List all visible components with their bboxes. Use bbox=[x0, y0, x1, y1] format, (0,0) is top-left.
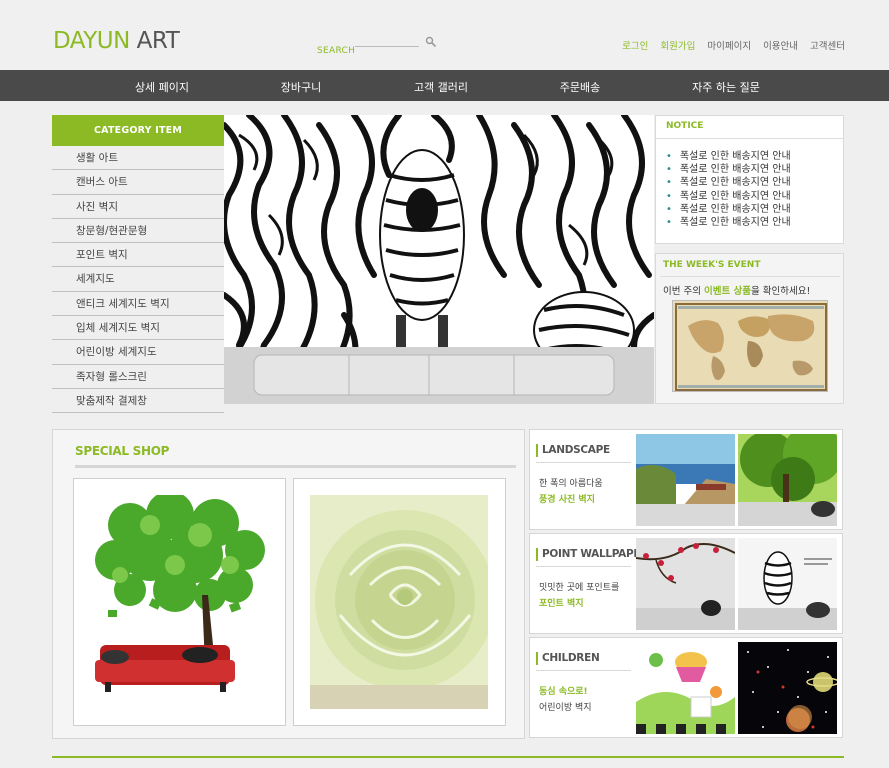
event-desc-post: 을 확인하세요! bbox=[751, 286, 811, 297]
nav-item-faq[interactable]: 자주 하는 질문 bbox=[666, 79, 786, 95]
search-input[interactable] bbox=[355, 46, 419, 47]
search-box[interactable]: SEARCH bbox=[317, 36, 442, 56]
footer-divider bbox=[52, 756, 844, 758]
notice-item[interactable]: 폭설로 인한 배송지연 안내 bbox=[666, 190, 791, 203]
category-item[interactable]: 세계지도 bbox=[52, 267, 224, 292]
event-description: 이번 주의 이벤트 상품을 확인하세요! bbox=[663, 283, 810, 297]
notice-item[interactable]: 폭설로 인한 배송지연 안내 bbox=[666, 203, 791, 216]
row-line1: 한 폭의 아름다움 bbox=[539, 479, 603, 489]
event-desc-pre: 이번 주의 bbox=[663, 286, 704, 297]
point-wallpaper-image-2[interactable] bbox=[738, 538, 837, 630]
special-shop: SPECIAL SHOP bbox=[52, 429, 525, 739]
row-title: LANDSCAPE bbox=[536, 444, 610, 457]
search-icon[interactable] bbox=[425, 36, 437, 48]
special-shop-title: SPECIAL SHOP bbox=[75, 444, 170, 458]
nav-item-delivery[interactable]: 주문배송 bbox=[520, 79, 640, 95]
category-item[interactable]: 포인트 벽지 bbox=[52, 243, 224, 268]
logo-brand: DAYUN bbox=[53, 28, 130, 54]
divider bbox=[660, 276, 840, 277]
children-image-2[interactable] bbox=[738, 642, 837, 734]
category-item[interactable]: 입체 세계지도 벽지 bbox=[52, 316, 224, 341]
search-label: SEARCH bbox=[317, 46, 356, 56]
divider bbox=[536, 670, 631, 671]
category-row-children[interactable]: CHILDREN 동심 속으로! 어린이방 벽지 bbox=[529, 637, 843, 738]
nav-item-cart[interactable]: 장바구니 bbox=[241, 79, 361, 95]
main-nav: 상세 페이지 장바구니 고객 갤러리 주문배송 자주 하는 질문 bbox=[0, 70, 889, 101]
row-line2[interactable]: 어린이방 벽지 bbox=[539, 700, 592, 713]
category-item[interactable]: 어린이방 세계지도 bbox=[52, 340, 224, 365]
point-wallpaper-image-1[interactable] bbox=[636, 538, 735, 630]
event-title: THE WEEK'S EVENT bbox=[663, 260, 761, 270]
notice-item[interactable]: 폭설로 인한 배송지연 안내 bbox=[666, 216, 791, 229]
category-item[interactable]: 맞춤제작 결제창 bbox=[52, 389, 224, 414]
logo-art: ART bbox=[136, 28, 180, 54]
notice-item[interactable]: 폭설로 인한 배송지연 안내 bbox=[666, 163, 791, 176]
row-line2[interactable]: 포인트 벽지 bbox=[539, 596, 584, 609]
hero-banner[interactable] bbox=[224, 115, 654, 404]
divider bbox=[656, 138, 843, 139]
category-sidebar: CATEGORY ITEM 생활 아트 캔버스 아트 사진 벽지 창문형/현관문… bbox=[52, 115, 224, 414]
divider bbox=[75, 465, 516, 468]
notice-panel: NOTICE 폭설로 인한 배송지연 안내 폭설로 인한 배송지연 안내 폭설로… bbox=[655, 115, 844, 244]
category-title: CATEGORY ITEM bbox=[52, 115, 224, 146]
event-desc-highlight[interactable]: 이벤트 상품 bbox=[704, 286, 751, 297]
category-item[interactable]: 족자형 롤스크린 bbox=[52, 365, 224, 389]
special-product-card[interactable] bbox=[293, 478, 506, 726]
notice-item[interactable]: 폭설로 인한 배송지연 안내 bbox=[666, 176, 791, 189]
nav-item-detail[interactable]: 상세 페이지 bbox=[102, 79, 222, 95]
category-item[interactable]: 창문형/현관문형 bbox=[52, 219, 224, 244]
signup-link[interactable]: 회원가입 bbox=[660, 38, 695, 52]
children-image-1[interactable] bbox=[636, 642, 735, 734]
category-row-point-wallpaper[interactable]: POINT WALLPAPER 밋밋한 곳에 포인트를 포인트 벽지 bbox=[529, 533, 843, 634]
category-item[interactable]: 사진 벽지 bbox=[52, 195, 224, 219]
category-item[interactable]: 앤티크 세계지도 벽지 bbox=[52, 292, 224, 317]
divider bbox=[536, 566, 631, 567]
notice-title: NOTICE bbox=[666, 121, 704, 131]
login-link[interactable]: 로그인 bbox=[622, 38, 648, 52]
row-line1: 동심 속으로! bbox=[539, 687, 588, 697]
rose-wallpaper-image bbox=[310, 495, 488, 709]
top-links: 로그인 회원가입 마이페이지 이용안내 고객센터 bbox=[622, 38, 845, 52]
world-map-image[interactable] bbox=[672, 300, 828, 392]
guide-link[interactable]: 이용안내 bbox=[763, 38, 798, 52]
special-product-card[interactable] bbox=[73, 478, 286, 726]
notice-item[interactable]: 폭설로 인한 배송지연 안내 bbox=[666, 150, 791, 163]
logo[interactable]: DAYUN ART bbox=[53, 28, 180, 54]
category-item[interactable]: 캔버스 아트 bbox=[52, 170, 224, 195]
row-line1: 밋밋한 곳에 포인트를 bbox=[539, 583, 620, 593]
row-line2[interactable]: 풍경 사진 벽지 bbox=[539, 492, 595, 505]
divider bbox=[536, 462, 631, 463]
zebra-wallpaper-image bbox=[224, 115, 654, 404]
landscape-image-1[interactable] bbox=[636, 434, 735, 526]
tree-wallpaper-image bbox=[90, 495, 268, 709]
nav-item-gallery[interactable]: 고객 갤러리 bbox=[381, 79, 501, 95]
mypage-link[interactable]: 마이페이지 bbox=[707, 38, 751, 52]
row-title: POINT WALLPAPER bbox=[536, 548, 648, 561]
landscape-image-2[interactable] bbox=[738, 434, 837, 526]
header: DAYUN ART SEARCH 로그인 회원가입 마이페이지 이용안내 고객센… bbox=[0, 0, 889, 70]
category-item[interactable]: 생활 아트 bbox=[52, 146, 224, 171]
category-row-landscape[interactable]: LANDSCAPE 한 폭의 아름다움 풍경 사진 벽지 bbox=[529, 429, 843, 530]
support-link[interactable]: 고객센터 bbox=[810, 38, 845, 52]
row-title: CHILDREN bbox=[536, 652, 600, 665]
weekly-event-panel: THE WEEK'S EVENT 이번 주의 이벤트 상품을 확인하세요! bbox=[655, 253, 844, 404]
